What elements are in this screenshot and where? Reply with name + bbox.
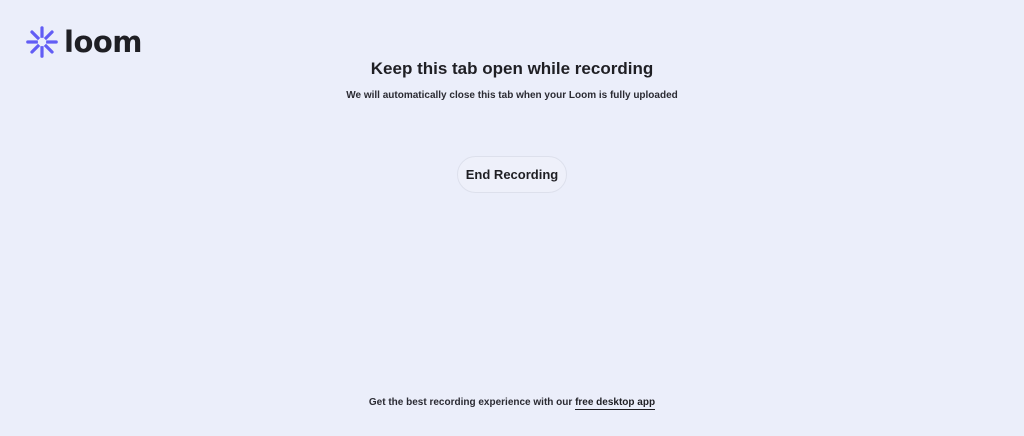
brand-name: loom (64, 25, 143, 59)
desktop-app-link[interactable]: free desktop app (575, 397, 656, 410)
page-subtitle: We will automatically close this tab whe… (346, 90, 678, 101)
footer-promo: Get the best recording experience with o… (0, 396, 1024, 410)
loom-burst-icon (26, 26, 58, 58)
page-title: Keep this tab open while recording (370, 59, 654, 78)
recording-notice: Keep this tab open while recording We wi… (0, 58, 1024, 103)
loom-logo[interactable]: loom (26, 25, 143, 59)
footer-text: Get the best recording experience with o… (368, 397, 573, 408)
end-recording-button[interactable]: End Recording (457, 156, 567, 193)
